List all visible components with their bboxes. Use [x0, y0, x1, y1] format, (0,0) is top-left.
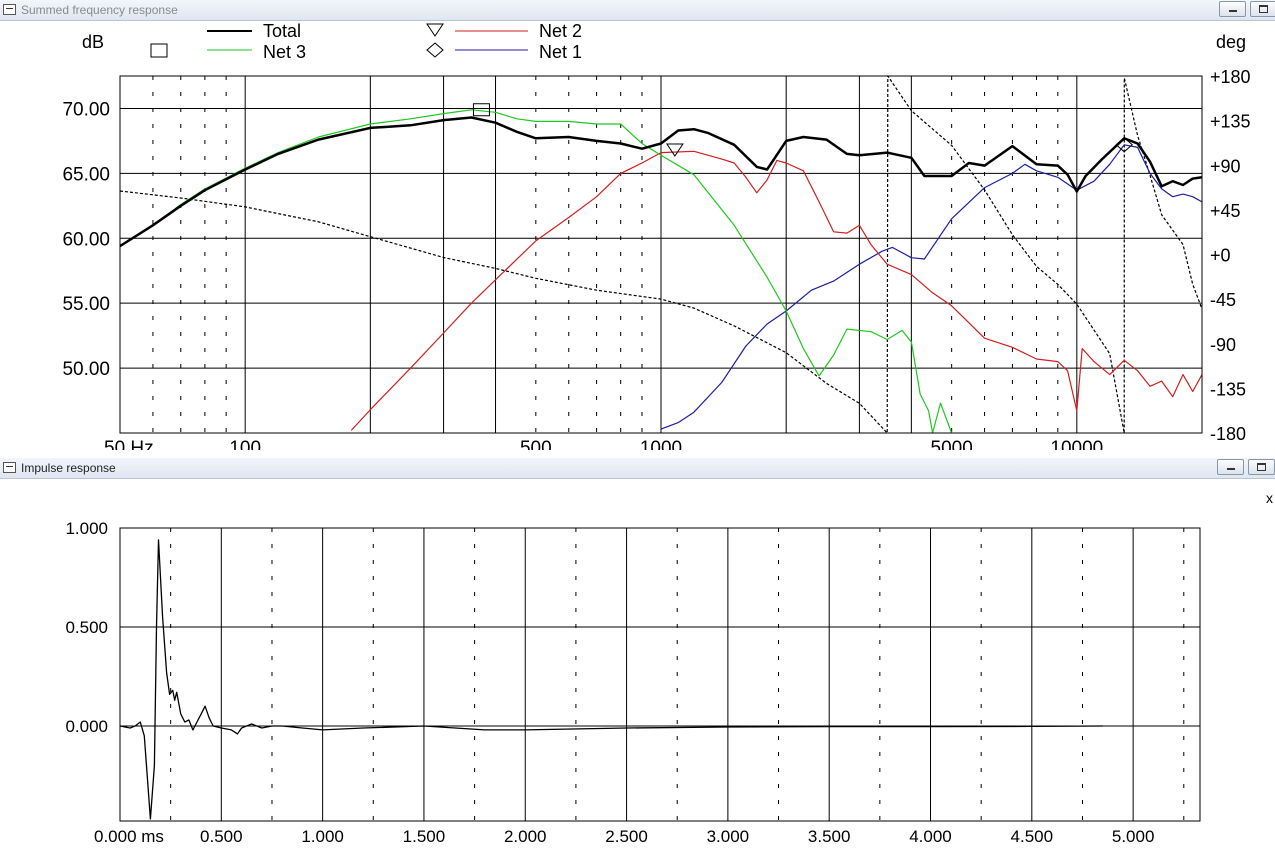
impulse-series-line [119, 539, 1103, 820]
x-tick-label: 4.000 [909, 827, 952, 846]
phase-tick-label: -135 [1210, 379, 1246, 399]
maximize-icon [1257, 463, 1266, 471]
x-tick-label: 4.500 [1011, 827, 1054, 846]
x-tick-label: 3.500 [808, 827, 851, 846]
y-tick-label: 0.000 [65, 717, 108, 736]
legend-label-total: Total [263, 21, 301, 41]
series-line-net-2 [350, 150, 1203, 431]
phase-tick-label: +180 [1210, 67, 1251, 87]
x-tick-label: 2.000 [504, 827, 547, 846]
db-unit-label: dB [82, 32, 104, 52]
legend-label-net2: Net 2 [539, 21, 582, 41]
series-line-net-1 [660, 144, 1203, 430]
app-window-icon [3, 4, 16, 15]
app-window-icon [3, 462, 16, 473]
phase-tick-label: +45 [1210, 201, 1241, 221]
y-tick-label: 60.00 [62, 229, 110, 250]
impulse-response-chart[interactable]: 1.000 0.500 0.000 0.000 ms 0.500 1.000 1.500 2… [0, 480, 1275, 850]
maximize-icon [1259, 5, 1268, 13]
y-tick-label: 1.000 [65, 519, 108, 538]
x-tick-label: 10000 [1050, 438, 1103, 450]
impulse-window-title: Impulse response [21, 461, 116, 475]
impulse-window-titlebar[interactable]: Impulse response [0, 458, 1275, 479]
y-tick-label: 65.00 [62, 164, 110, 185]
y-tick-label: 55.00 [62, 294, 110, 315]
x-tick-label: 0.500 [200, 827, 243, 846]
maximize-button[interactable] [1250, 1, 1275, 17]
minimize-icon [1227, 468, 1235, 470]
y-tick-label: 70.00 [62, 99, 110, 120]
x-tick-label: 500 [520, 438, 552, 450]
legend-marker-net1 [426, 42, 444, 58]
deg-unit-label: deg [1216, 32, 1246, 52]
phase-tick-label: +135 [1210, 112, 1251, 132]
x-tick-label: 5.000 [1112, 827, 1155, 846]
x-tick-label: 50 Hz [104, 438, 154, 450]
x-tick-label: 5000 [931, 438, 973, 450]
phase-tick-label: -180 [1210, 424, 1246, 444]
phase-tick-label: +0 [1210, 246, 1231, 266]
x-tick-label: 1000 [640, 438, 682, 450]
x-tick-label: 3.000 [707, 827, 750, 846]
frequency-response-chart[interactable]: dB deg Total Net 3 Net 2 Net 1 70.00 65.0… [0, 20, 1275, 450]
impulse-plot-frame [119, 527, 1201, 822]
x-tick-label: 0.000 ms [94, 827, 164, 846]
legend-label-net3: Net 3 [263, 42, 306, 62]
minimize-button[interactable] [1219, 1, 1246, 17]
minimize-icon [1229, 10, 1237, 12]
x-tick-label: 1.500 [403, 827, 446, 846]
x-tick-label: 1.000 [301, 827, 344, 846]
legend-marker-net3 [150, 43, 168, 58]
x-tick-label: 100 [229, 438, 261, 450]
y-tick-label: 50.00 [62, 359, 110, 380]
chart-legend: Total Net 3 Net 2 Net 1 [150, 21, 582, 62]
minimize-button[interactable] [1217, 459, 1244, 475]
y-tick-label: 0.500 [65, 618, 108, 637]
legend-label-net1: Net 1 [539, 42, 582, 62]
freq-window-title: Summed frequency response [21, 3, 178, 17]
marker-net-2 [665, 143, 684, 157]
freq-window-titlebar[interactable]: Summed frequency response [0, 0, 1275, 21]
phase-tick-label: +90 [1210, 156, 1241, 176]
legend-marker-net2 [426, 23, 444, 37]
phase-tick-label: -45 [1210, 290, 1236, 310]
x-tick-label: 2.500 [605, 827, 648, 846]
maximize-button[interactable] [1248, 459, 1275, 475]
phase-tick-label: -90 [1210, 335, 1236, 355]
